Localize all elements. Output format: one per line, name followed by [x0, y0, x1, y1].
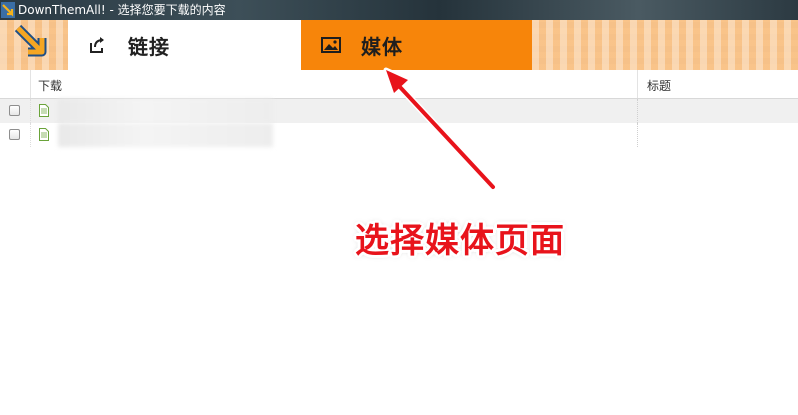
share-arrow-icon [90, 37, 104, 53]
row-column-divider [637, 99, 638, 123]
row-column-divider [637, 123, 638, 147]
tab-links[interactable]: 链接 [68, 20, 301, 70]
column-divider[interactable] [637, 70, 638, 98]
header-checkbox-column [0, 70, 31, 98]
tab-media-label: 媒体 [361, 34, 403, 59]
download-url-cell [58, 123, 273, 147]
image-icon [321, 37, 341, 53]
downthemall-logo-icon [14, 24, 47, 57]
table-row[interactable] [0, 99, 798, 123]
app-icon [1, 2, 15, 18]
tab-links-label: 链接 [128, 34, 170, 59]
file-icon [39, 128, 49, 141]
window-titlebar: DownThemAll! - 选择您要下载的内容 [0, 0, 798, 20]
annotation-text: 选择媒体页面 [355, 221, 565, 261]
table-header: 下载 标题 [0, 70, 798, 99]
tab-media[interactable]: 媒体 [301, 20, 532, 70]
table-row[interactable] [0, 123, 798, 147]
column-header-download[interactable]: 下载 [38, 77, 62, 94]
row-checkbox[interactable] [9, 105, 20, 116]
file-icon [39, 104, 49, 117]
row-divider [30, 99, 31, 123]
row-divider [30, 123, 31, 147]
row-checkbox[interactable] [9, 129, 20, 140]
download-url-cell [58, 99, 273, 123]
window-title: DownThemAll! - 选择您要下载的内容 [18, 3, 226, 17]
column-header-title[interactable]: 标题 [647, 77, 671, 94]
tab-strip: 链接 媒体 [0, 20, 798, 70]
